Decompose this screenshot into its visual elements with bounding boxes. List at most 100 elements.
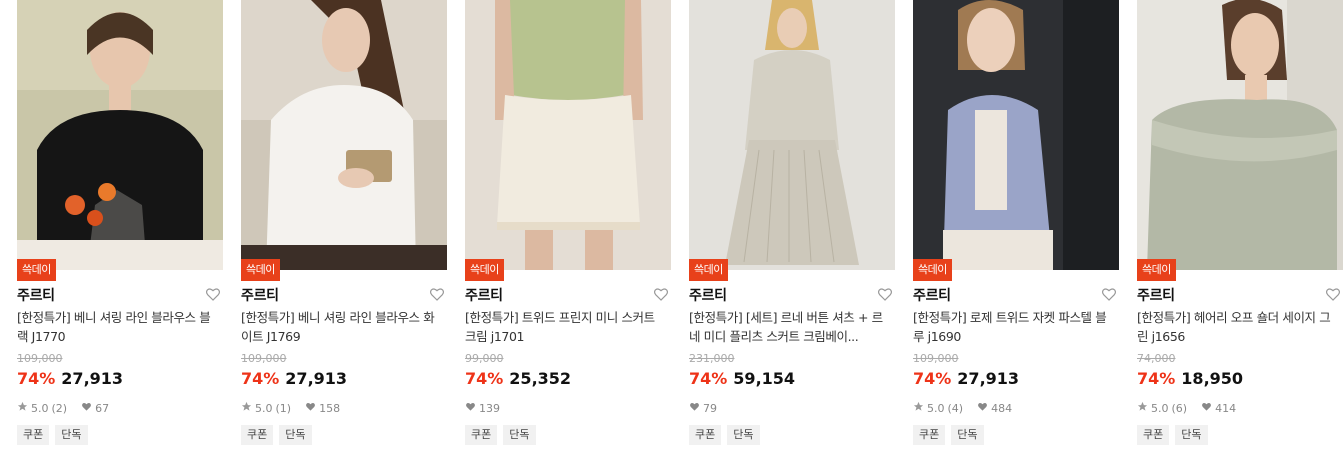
tag-list: 쿠폰 단독 [17,425,88,445]
coupon-tag: 쿠폰 [465,425,498,445]
sale-price: 59,154 [733,369,796,388]
original-price: 109,000 [17,352,63,365]
product-image[interactable] [913,0,1119,270]
like-count: 158 [319,401,341,415]
heart-icon [465,401,476,415]
price-row: 74% 27,913 [17,369,123,388]
tag-list: 쿠폰 단독 [913,425,984,445]
product-grid: 쓱데이 주르티 [한정특가] 베니 셔링 라인 블라우스 블랙 J1770 10… [0,0,1344,462]
discount-rate: 74% [17,369,56,388]
product-meta: 139 [465,401,500,415]
promo-badge: 쓱데이 [241,259,280,281]
star-icon [1137,401,1148,415]
heart-icon [81,401,92,415]
sale-price: 27,913 [957,369,1020,388]
product-card[interactable]: 쓱데이 주르티 [한정특가] 로제 트위드 자켓 파스텔 블루 j1690 10… [913,0,1119,462]
brand-name[interactable]: 주르티 [241,285,279,305]
product-name[interactable]: [한정특가] 로제 트위드 자켓 파스텔 블루 j1690 [913,308,1113,346]
original-price: 231,000 [689,352,735,365]
brand-name[interactable]: 주르티 [913,285,951,305]
like-count: 139 [479,401,500,415]
review-count: (6) [1171,401,1188,415]
promo-badge: 쓱데이 [913,259,952,281]
product-card[interactable]: 쓱데이 주르티 [한정특가] [세트] 르네 버튼 셔츠 + 르네 미디 플리츠… [689,0,895,462]
review-count: (4) [947,401,964,415]
exclusive-tag: 단독 [727,425,760,445]
heart-icon [1201,401,1212,415]
product-image[interactable] [1137,0,1343,270]
sale-price: 18,950 [1181,369,1244,388]
star-icon [17,401,28,415]
product-meta: 79 [689,401,717,415]
star-icon [913,401,924,415]
rating-score: 5.0 [255,401,273,415]
rating-score: 5.0 [927,401,945,415]
rating-score: 5.0 [1151,401,1169,415]
wishlist-heart-icon[interactable] [653,286,669,302]
brand-name[interactable]: 주르티 [1137,285,1175,305]
tag-list: 쿠폰 단독 [1137,425,1208,445]
product-name[interactable]: [한정특가] 헤어리 오프 숄더 세이지 그린 j1656 [1137,308,1337,346]
like-count: 79 [703,401,717,415]
discount-rate: 74% [465,369,504,388]
original-price: 99,000 [465,352,504,365]
exclusive-tag: 단독 [1175,425,1208,445]
product-meta: 5.0 (2) 67 [17,401,109,415]
price-row: 74% 59,154 [689,369,795,388]
exclusive-tag: 단독 [503,425,536,445]
tag-list: 쿠폰 단독 [465,425,536,445]
brand-name[interactable]: 주르티 [17,285,55,305]
like-count: 414 [1215,401,1237,415]
product-meta: 5.0 (4) 484 [913,401,1012,415]
price-row: 74% 18,950 [1137,369,1243,388]
product-card[interactable]: 쓱데이 주르티 [한정특가] 헤어리 오프 숄더 세이지 그린 j1656 74… [1137,0,1343,462]
product-card[interactable]: 쓱데이 주르티 [한정특가] 베니 셔링 라인 블라우스 블랙 J1770 10… [17,0,223,462]
exclusive-tag: 단독 [279,425,312,445]
product-image[interactable] [17,0,223,270]
wishlist-heart-icon[interactable] [205,286,221,302]
original-price: 74,000 [1137,352,1176,365]
wishlist-heart-icon[interactable] [1325,286,1341,302]
product-name[interactable]: [한정특가] 트위드 프린지 미니 스커트 크림 j1701 [465,308,665,346]
coupon-tag: 쿠폰 [689,425,722,445]
product-card[interactable]: 쓱데이 주르티 [한정특가] 베니 셔링 라인 블라우스 화이트 J1769 1… [241,0,447,462]
coupon-tag: 쿠폰 [17,425,50,445]
exclusive-tag: 단독 [951,425,984,445]
wishlist-heart-icon[interactable] [429,286,445,302]
promo-badge: 쓱데이 [1137,259,1176,281]
tag-list: 쿠폰 단독 [241,425,312,445]
rating-score: 5.0 [31,401,49,415]
product-card[interactable]: 쓱데이 주르티 [한정특가] 트위드 프린지 미니 스커트 크림 j1701 9… [465,0,671,462]
price-row: 74% 27,913 [241,369,347,388]
wishlist-heart-icon[interactable] [877,286,893,302]
discount-rate: 74% [913,369,952,388]
price-row: 74% 25,352 [465,369,571,388]
sale-price: 25,352 [509,369,572,388]
discount-rate: 74% [241,369,280,388]
discount-rate: 74% [689,369,728,388]
discount-rate: 74% [1137,369,1176,388]
sale-price: 27,913 [61,369,124,388]
heart-icon [977,401,988,415]
tag-list: 쿠폰 단독 [689,425,760,445]
star-icon [241,401,252,415]
product-name[interactable]: [한정특가] 베니 셔링 라인 블라우스 블랙 J1770 [17,308,217,346]
product-name[interactable]: [한정특가] 베니 셔링 라인 블라우스 화이트 J1769 [241,308,441,346]
product-image[interactable] [241,0,447,270]
brand-name[interactable]: 주르티 [689,285,727,305]
coupon-tag: 쿠폰 [1137,425,1170,445]
price-row: 74% 27,913 [913,369,1019,388]
product-image[interactable] [465,0,671,270]
sale-price: 27,913 [285,369,348,388]
coupon-tag: 쿠폰 [913,425,946,445]
promo-badge: 쓱데이 [689,259,728,281]
heart-icon [689,401,700,415]
brand-name[interactable]: 주르티 [465,285,503,305]
product-meta: 5.0 (1) 158 [241,401,340,415]
original-price: 109,000 [241,352,287,365]
exclusive-tag: 단독 [55,425,88,445]
product-meta: 5.0 (6) 414 [1137,401,1236,415]
product-image[interactable] [689,0,895,270]
product-name[interactable]: [한정특가] [세트] 르네 버튼 셔츠 + 르네 미디 플리츠 스커트 크림베… [689,308,889,346]
wishlist-heart-icon[interactable] [1101,286,1117,302]
